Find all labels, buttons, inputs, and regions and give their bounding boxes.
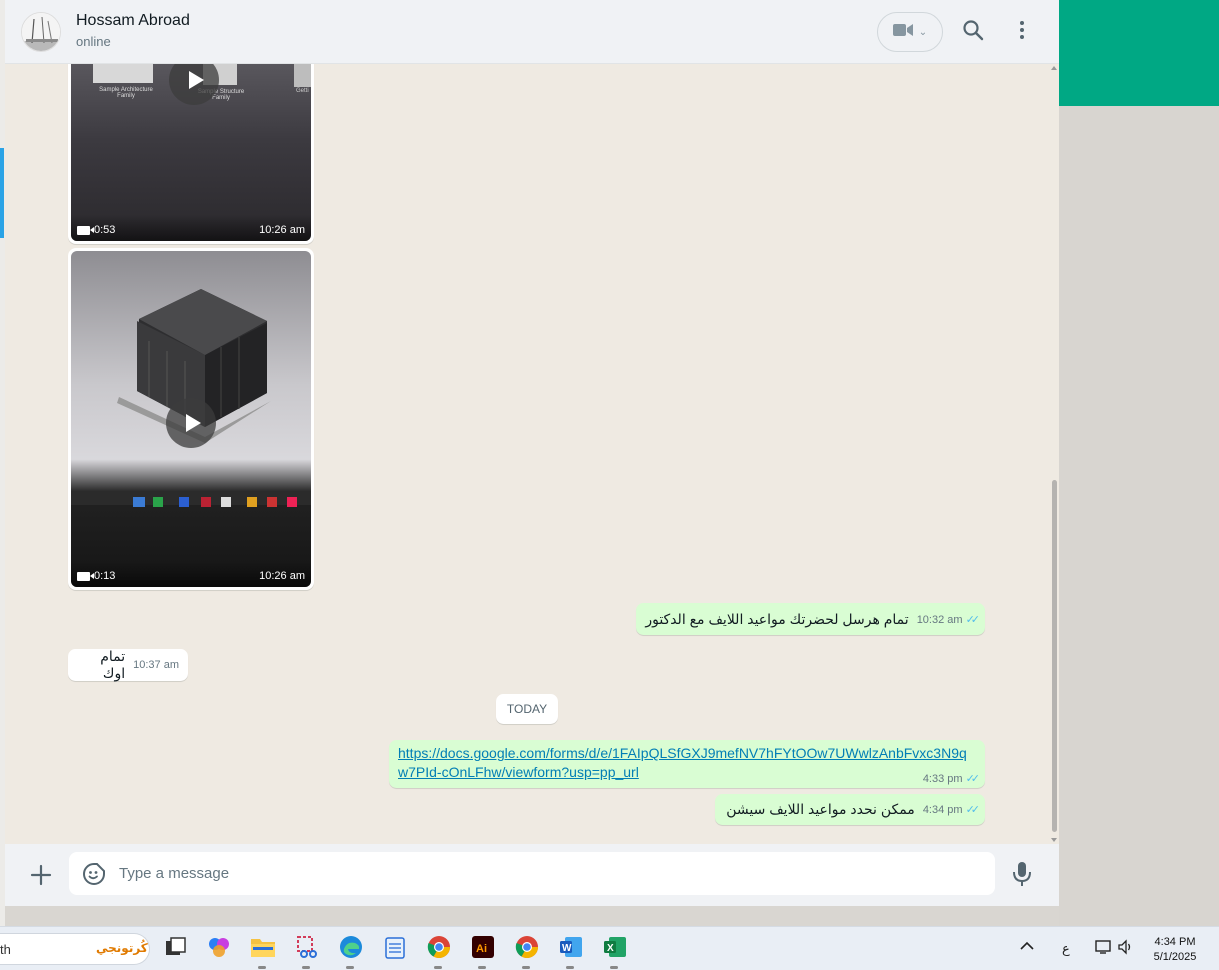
sticker-emoji-icon bbox=[82, 863, 106, 890]
video-camera-icon bbox=[77, 225, 94, 235]
video-caption: Sample Architecture Family bbox=[99, 87, 153, 99]
snipping-tool-button[interactable] bbox=[293, 935, 321, 963]
message-bubble[interactable]: تمام هرسل لحضرتك مواعيد اللايف مع الدكتو… bbox=[636, 603, 985, 635]
svg-text:Ai: Ai bbox=[476, 943, 487, 955]
search-icon bbox=[962, 19, 984, 46]
network-button[interactable] bbox=[1095, 939, 1113, 958]
video-caption: Getti bbox=[296, 88, 309, 94]
microphone-icon bbox=[1011, 862, 1033, 891]
task-view-icon bbox=[165, 936, 187, 962]
scroll-down-arrow[interactable] bbox=[1051, 838, 1057, 842]
message-bubble[interactable]: https://docs.google.com/forms/d/e/1FAIpQ… bbox=[389, 740, 985, 788]
contact-avatar[interactable] bbox=[21, 12, 61, 52]
taskbar-search-text: th bbox=[0, 942, 11, 957]
message-composer bbox=[5, 844, 1059, 906]
chat-scrollbar[interactable] bbox=[1050, 64, 1059, 844]
illustrator-icon: Ai bbox=[471, 935, 495, 964]
search-highlight-art: كُرتونجي bbox=[96, 941, 148, 955]
file-explorer-button[interactable] bbox=[249, 935, 277, 963]
message-time: 4:34 pm bbox=[922, 804, 963, 816]
plus-icon bbox=[29, 864, 53, 891]
message-text: تمام اوك bbox=[100, 648, 126, 681]
scroll-up-arrow[interactable] bbox=[1051, 66, 1057, 70]
message-bubble[interactable]: تمام اوك 10:37 am bbox=[68, 648, 188, 681]
chat-window: Hossam Abroad online ⌄ Sample Architectu… bbox=[5, 0, 1059, 906]
read-receipt-icon: ✓✓ bbox=[965, 773, 981, 785]
system-clock[interactable]: 4:34 PM 5/1/2025 bbox=[1140, 935, 1210, 965]
task-view-button[interactable] bbox=[162, 935, 190, 963]
attach-button[interactable] bbox=[29, 863, 53, 887]
svg-text:W: W bbox=[562, 943, 572, 954]
folder-icon bbox=[250, 936, 276, 963]
message-time: 10:37 am bbox=[133, 659, 179, 671]
scissors-icon bbox=[296, 935, 318, 964]
read-receipt-icon: ✓✓ bbox=[965, 613, 981, 626]
contact-name[interactable]: Hossam Abroad bbox=[76, 12, 190, 30]
date-divider: TODAY bbox=[496, 694, 558, 724]
menu-icon bbox=[1019, 20, 1025, 45]
video-camera-icon bbox=[77, 571, 94, 581]
network-icon bbox=[1095, 940, 1113, 958]
taskbar-search[interactable]: th كُرتونجي bbox=[0, 933, 150, 965]
message-time: 10:32 am bbox=[916, 613, 963, 626]
message-time: 10:26 am bbox=[259, 224, 305, 236]
message-time: 4:33 pm bbox=[922, 773, 963, 785]
copilot-button[interactable] bbox=[205, 935, 233, 963]
backdrop-accent bbox=[1059, 0, 1219, 106]
chevron-down-icon: ⌄ bbox=[918, 26, 928, 38]
message-input[interactable] bbox=[119, 852, 979, 895]
chrome-icon bbox=[515, 935, 539, 964]
copilot-icon bbox=[207, 935, 231, 964]
excel-icon: X bbox=[603, 935, 627, 964]
chat-header: Hossam Abroad online ⌄ bbox=[5, 0, 1059, 64]
notepad-icon bbox=[385, 935, 405, 964]
word-button[interactable]: W bbox=[557, 935, 585, 963]
chrome-profile-button[interactable] bbox=[513, 935, 541, 963]
backdrop bbox=[1059, 106, 1219, 926]
video-duration: 0:53 bbox=[94, 224, 116, 236]
video-duration: 0:13 bbox=[94, 570, 116, 582]
chrome-icon bbox=[427, 935, 451, 964]
edge-browser-button[interactable] bbox=[337, 935, 365, 963]
chrome-button[interactable] bbox=[425, 935, 453, 963]
video-thumbnail[interactable]: 0:13 10:26 am bbox=[71, 251, 311, 587]
message-text: تمام هرسل لحضرتك مواعيد اللايف مع الدكتو… bbox=[645, 610, 909, 627]
video-call-icon bbox=[892, 23, 913, 42]
volume-button[interactable] bbox=[1118, 939, 1134, 958]
contact-status: online bbox=[76, 34, 111, 49]
chevron-up-icon bbox=[1020, 939, 1034, 954]
play-icon[interactable] bbox=[166, 398, 216, 448]
clock-time: 4:34 PM bbox=[1154, 936, 1196, 948]
emoji-button[interactable] bbox=[82, 862, 106, 886]
speaker-icon bbox=[1118, 939, 1134, 958]
form-link[interactable]: https://docs.google.com/forms/d/e/1FAIpQ… bbox=[398, 744, 972, 782]
message-list[interactable]: Sample Architecture Family Sample Struct… bbox=[5, 64, 1059, 844]
read-receipt-icon: ✓✓ bbox=[965, 804, 981, 816]
notepad-button[interactable] bbox=[381, 935, 409, 963]
word-icon: W bbox=[559, 935, 583, 964]
show-hidden-icons-button[interactable] bbox=[1020, 939, 1034, 954]
video-thumbnail[interactable]: Sample Architecture Family Sample Struct… bbox=[71, 64, 311, 241]
taskbar: th كُرتونجي Ai W X ع 4:34 PM 5/1/2025 bbox=[0, 926, 1219, 970]
menu-button[interactable] bbox=[1010, 20, 1034, 44]
excel-button[interactable]: X bbox=[601, 935, 629, 963]
scrollbar-thumb[interactable] bbox=[1052, 480, 1057, 832]
message-bubble[interactable]: ممكن نحدد مواعيد اللايف سيشن 4:34 pm ✓✓ bbox=[715, 794, 985, 825]
voice-message-button[interactable] bbox=[1011, 861, 1035, 887]
video-call-button[interactable]: ⌄ bbox=[877, 12, 943, 52]
video-message[interactable]: 0:13 10:26 am bbox=[68, 248, 314, 590]
illustrator-button[interactable]: Ai bbox=[469, 935, 497, 963]
input-language-indicator[interactable]: ع bbox=[1062, 941, 1070, 957]
edge-icon bbox=[339, 935, 363, 964]
message-text: ممكن نحدد مواعيد اللايف سيشن bbox=[726, 801, 915, 817]
clock-date: 5/1/2025 bbox=[1153, 951, 1197, 963]
svg-text:X: X bbox=[607, 943, 614, 954]
message-input-container[interactable] bbox=[69, 852, 995, 895]
video-message[interactable]: Sample Architecture Family Sample Struct… bbox=[68, 64, 314, 244]
search-button[interactable] bbox=[961, 19, 985, 46]
message-time: 10:26 am bbox=[259, 570, 305, 582]
